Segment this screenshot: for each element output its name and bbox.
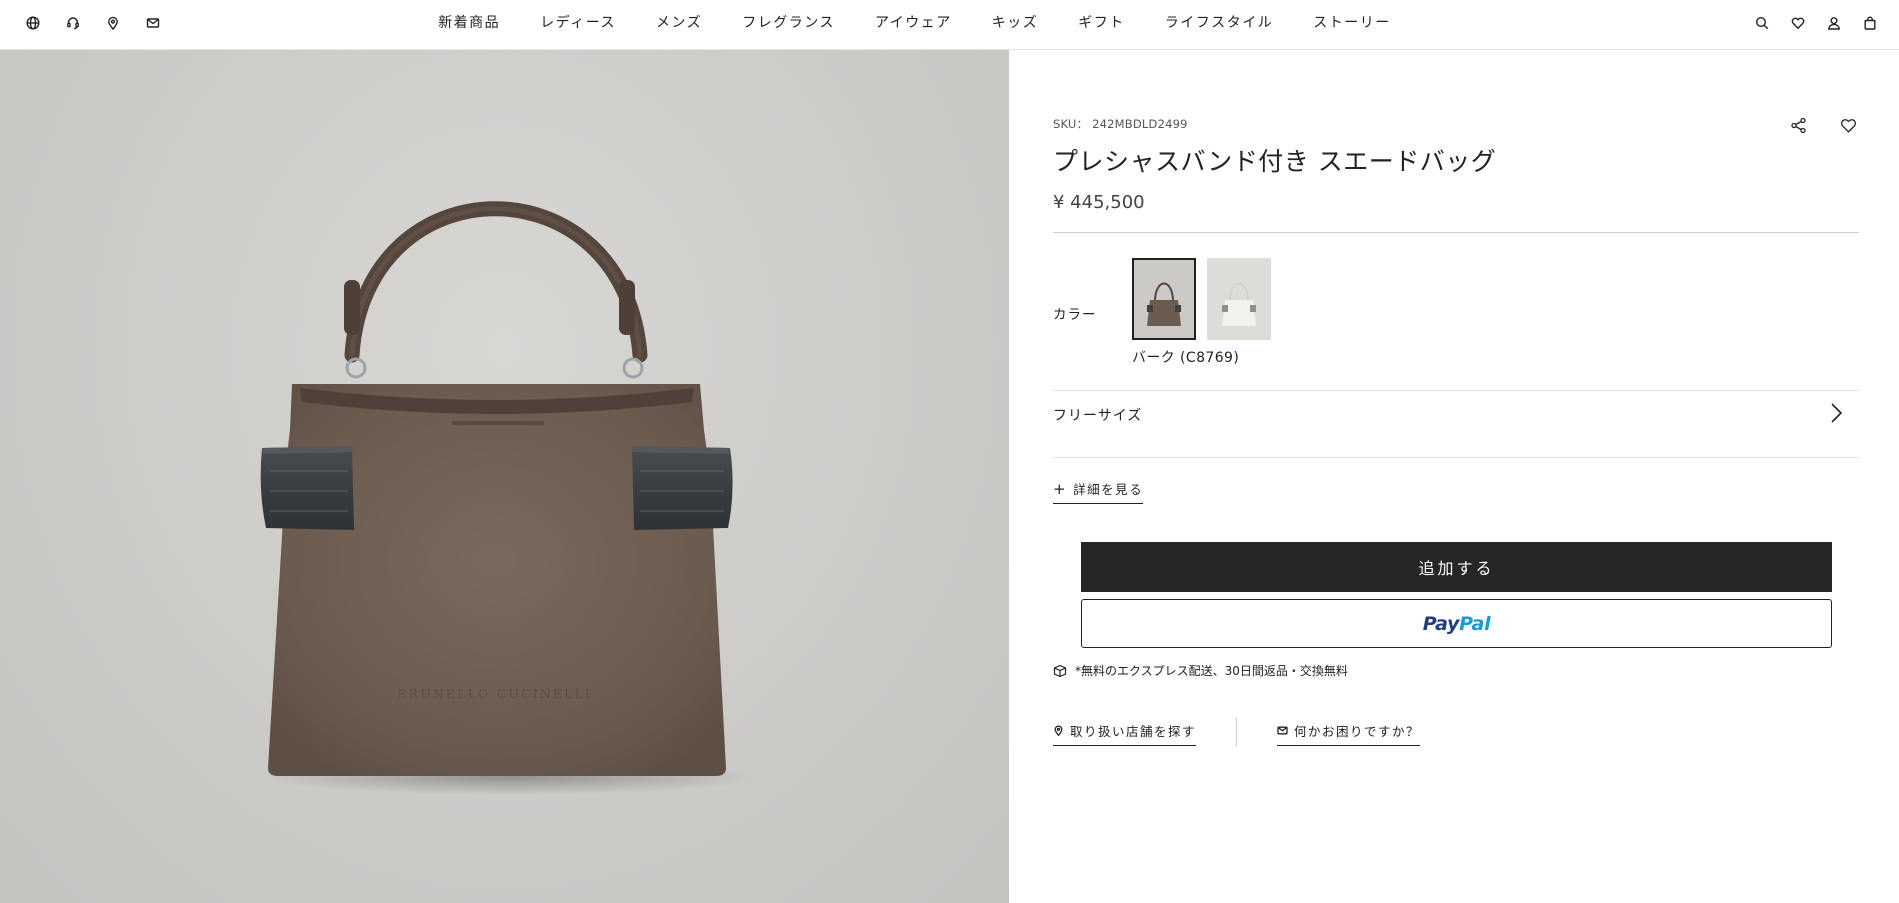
product-title: プレシャスバンド付き スエードバッグ xyxy=(1053,147,1497,176)
globe-icon[interactable] xyxy=(22,12,44,34)
heart-icon[interactable] xyxy=(1787,12,1809,34)
bag-brand-embossing: BRUNELLO CUCINELLI xyxy=(398,687,593,701)
size-selector[interactable]: フリーサイズ xyxy=(1053,390,1859,436)
size-label: フリーサイズ xyxy=(1053,408,1143,424)
location-pin-icon[interactable] xyxy=(102,12,124,34)
main-navigation: 新着商品 レディース メンズ フレグランス アイウェア キッズ ギフト ライフス… xyxy=(0,0,1899,44)
color-label: カラー xyxy=(1053,307,1097,323)
nav-item-story[interactable]: ストーリー xyxy=(1313,12,1391,32)
nav-item-lifestyle[interactable]: ライフスタイル xyxy=(1165,12,1274,32)
see-details-link[interactable]: + 詳細を見る xyxy=(1053,479,1144,504)
nav-item-new-arrivals[interactable]: 新着商品 xyxy=(438,12,500,32)
selected-color-name: バーク (C8769) xyxy=(1132,350,1240,366)
product-price: ¥ 445,500 xyxy=(1053,192,1145,213)
mail-icon xyxy=(1277,726,1288,735)
paypal-button[interactable]: PayPal xyxy=(1081,599,1832,648)
chevron-right-icon xyxy=(1831,403,1843,423)
product-actions xyxy=(1787,114,1859,136)
link-separator xyxy=(1236,718,1238,746)
nav-item-men[interactable]: メンズ xyxy=(656,12,702,32)
location-pin-icon xyxy=(1054,725,1063,736)
help-links: 取り扱い店舗を探す 何かお困りですか？ xyxy=(1053,718,1421,746)
add-to-cart-button[interactable]: 追加する xyxy=(1081,542,1832,592)
find-store-label: 取り扱い店舗を探す xyxy=(1070,724,1197,739)
see-details-label: 詳細を見る xyxy=(1073,482,1144,497)
site-header: 新着商品 レディース メンズ フレグランス アイウェア キッズ ギフト ライフス… xyxy=(0,0,1899,50)
paypal-logo: PayPal xyxy=(1422,612,1491,635)
shopping-bag-icon[interactable] xyxy=(1859,12,1881,34)
divider xyxy=(1053,457,1859,458)
search-icon[interactable] xyxy=(1751,12,1773,34)
nav-item-gifts[interactable]: ギフト xyxy=(1078,12,1125,32)
shipping-text: *無料のエクスプレス配送、30日間返品・交換無料 xyxy=(1075,664,1348,678)
divider xyxy=(1053,232,1859,233)
need-help-label: 何かお困りですか？ xyxy=(1294,724,1421,739)
find-store-link[interactable]: 取り扱い店舗を探す xyxy=(1053,721,1197,746)
handbag-illustration: BRUNELLO CUCINELLI xyxy=(260,201,760,795)
wishlist-heart-icon[interactable] xyxy=(1837,114,1859,136)
product-sku: SKU： 242MBDLD2499 xyxy=(1053,117,1188,131)
shipping-note: *無料のエクスプレス配送、30日間返品・交換無料 xyxy=(1053,662,1348,679)
header-action-icons xyxy=(1751,12,1881,34)
share-icon[interactable] xyxy=(1787,114,1809,136)
customer-service-icon[interactable] xyxy=(62,12,84,34)
mail-icon[interactable] xyxy=(142,12,164,34)
color-swatch-bark[interactable] xyxy=(1132,258,1196,340)
nav-item-eyewear[interactable]: アイウェア xyxy=(875,12,952,32)
product-image[interactable]: BRUNELLO CUCINELLI xyxy=(0,50,1009,903)
need-help-link[interactable]: 何かお困りですか？ xyxy=(1277,721,1421,746)
nav-item-kids[interactable]: キッズ xyxy=(992,12,1039,32)
product-details-panel: SKU： 242MBDLD2499 プレシャスバンド付き スエードバッグ ¥ 4… xyxy=(1053,50,1859,903)
nav-item-women[interactable]: レディース xyxy=(540,12,616,32)
header-utility-icons xyxy=(22,12,164,34)
package-icon xyxy=(1053,664,1067,677)
nav-item-fragrance[interactable]: フレグランス xyxy=(742,12,835,32)
plus-icon: + xyxy=(1053,479,1068,498)
color-swatch-white[interactable] xyxy=(1207,258,1271,340)
user-icon[interactable] xyxy=(1823,12,1845,34)
